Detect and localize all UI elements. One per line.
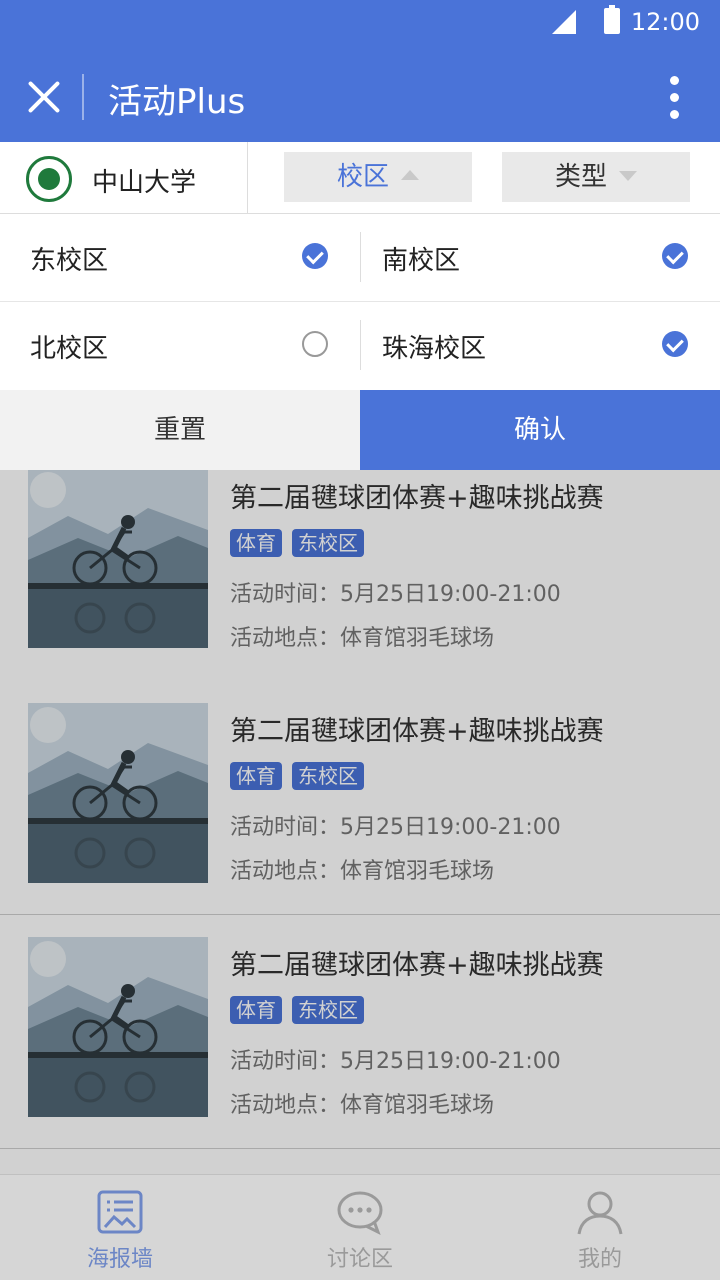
university-logo-icon <box>26 156 72 202</box>
app-bar: 活动Plus <box>0 52 720 140</box>
event-place: 活动地点：体育馆羽毛球场 <box>230 626 495 651</box>
option-divider <box>360 232 361 282</box>
campus-option-label: 珠海校区 <box>382 334 487 364</box>
tab-poster-wall[interactable]: 海报墙 <box>0 1175 240 1280</box>
event-tags: 体育 东校区 <box>230 529 374 557</box>
option-row-divider <box>0 301 720 302</box>
event-place: 活动地点：体育馆羽毛球场 <box>230 859 495 884</box>
checkmark-icon <box>302 243 328 269</box>
event-time: 活动时间：5月25日19:00-21:00 <box>230 582 561 607</box>
close-icon[interactable] <box>26 78 62 114</box>
bottom-tab-bar: 海报墙 讨论区 我的 <box>0 1174 720 1280</box>
event-tag: 体育 <box>230 762 282 790</box>
school-name: 中山大学 <box>92 168 197 198</box>
appbar-divider <box>82 74 84 120</box>
checkmark-icon <box>662 331 688 357</box>
event-thumbnail <box>28 703 208 883</box>
event-tag: 体育 <box>230 529 282 557</box>
event-place: 活动地点：体育馆羽毛球场 <box>230 1093 495 1118</box>
event-thumbnail <box>28 937 208 1117</box>
poster-icon <box>97 1190 143 1234</box>
top-bar: 12:00 活动Plus <box>0 0 720 142</box>
event-card[interactable]: 第二届毽球团体赛+趣味挑战赛 体育 东校区 活动时间：5月25日19:00-21:… <box>0 681 720 915</box>
event-time: 活动时间：5月25日19:00-21:00 <box>230 1049 561 1074</box>
event-tags: 体育 东校区 <box>230 996 374 1024</box>
unchecked-circle-icon <box>302 331 328 357</box>
campus-option-label: 北校区 <box>30 334 109 364</box>
tab-label: 我的 <box>577 1247 622 1272</box>
campus-option-north[interactable]: 北校区 <box>0 302 360 390</box>
battery-icon <box>604 5 620 34</box>
tab-discussion[interactable]: 讨论区 <box>240 1175 480 1280</box>
event-tags: 体育 东校区 <box>230 762 374 790</box>
checkmark-icon <box>662 243 688 269</box>
triangle-up-icon <box>401 169 419 180</box>
signal-icon <box>552 10 576 34</box>
campus-dropdown-panel: 东校区 南校区 北校区 珠海校区 <box>0 214 720 390</box>
event-tag: 东校区 <box>292 996 364 1024</box>
tab-mine[interactable]: 我的 <box>480 1175 720 1280</box>
event-tag: 东校区 <box>292 529 364 557</box>
campus-dropdown-label: 校区 <box>336 162 389 192</box>
status-bar: 12:00 <box>0 0 720 44</box>
option-divider <box>360 320 361 370</box>
triangle-down-icon <box>619 170 637 181</box>
dropdown-actions: 重置 确认 <box>0 390 720 470</box>
campus-option-label: 东校区 <box>30 246 109 276</box>
type-dropdown-label: 类型 <box>554 162 607 192</box>
status-time: 12:00 <box>630 8 700 36</box>
tab-label: 讨论区 <box>326 1247 393 1272</box>
campus-option-label: 南校区 <box>382 246 461 276</box>
more-options-icon[interactable] <box>666 76 682 122</box>
event-title: 第二届毽球团体赛+趣味挑战赛 <box>230 950 604 981</box>
reset-button[interactable]: 重置 <box>0 390 360 470</box>
campus-option-zhuhai[interactable]: 珠海校区 <box>360 302 720 390</box>
event-title: 第二届毽球团体赛+趣味挑战赛 <box>230 716 604 747</box>
filter-bar: 中山大学 校区 类型 <box>0 142 720 214</box>
campus-dropdown[interactable]: 校区 <box>284 152 472 202</box>
campus-option-east[interactable]: 东校区 <box>0 214 360 302</box>
user-icon <box>577 1191 623 1235</box>
event-time: 活动时间：5月25日19:00-21:00 <box>230 815 561 840</box>
type-dropdown[interactable]: 类型 <box>502 152 690 202</box>
campus-option-south[interactable]: 南校区 <box>360 214 720 302</box>
tab-label: 海报墙 <box>86 1247 153 1272</box>
school-selector[interactable]: 中山大学 <box>0 142 248 214</box>
event-card[interactable]: 第二届毽球团体赛+趣味挑战赛 体育 东校区 活动时间：5月25日19:00-21:… <box>0 470 720 682</box>
event-card[interactable]: 第二届毽球团体赛+趣味挑战赛 体育 东校区 活动时间：5月25日19:00-21:… <box>0 915 720 1149</box>
event-list: 第二届毽球团体赛+趣味挑战赛 体育 东校区 活动时间：5月25日19:00-21:… <box>0 470 720 1174</box>
confirm-button[interactable]: 确认 <box>360 390 720 470</box>
event-tag: 东校区 <box>292 762 364 790</box>
event-title: 第二届毽球团体赛+趣味挑战赛 <box>230 483 604 514</box>
event-thumbnail <box>28 470 208 648</box>
app-title: 活动Plus <box>108 82 246 122</box>
event-tag: 体育 <box>230 996 282 1024</box>
chat-icon <box>337 1191 383 1235</box>
